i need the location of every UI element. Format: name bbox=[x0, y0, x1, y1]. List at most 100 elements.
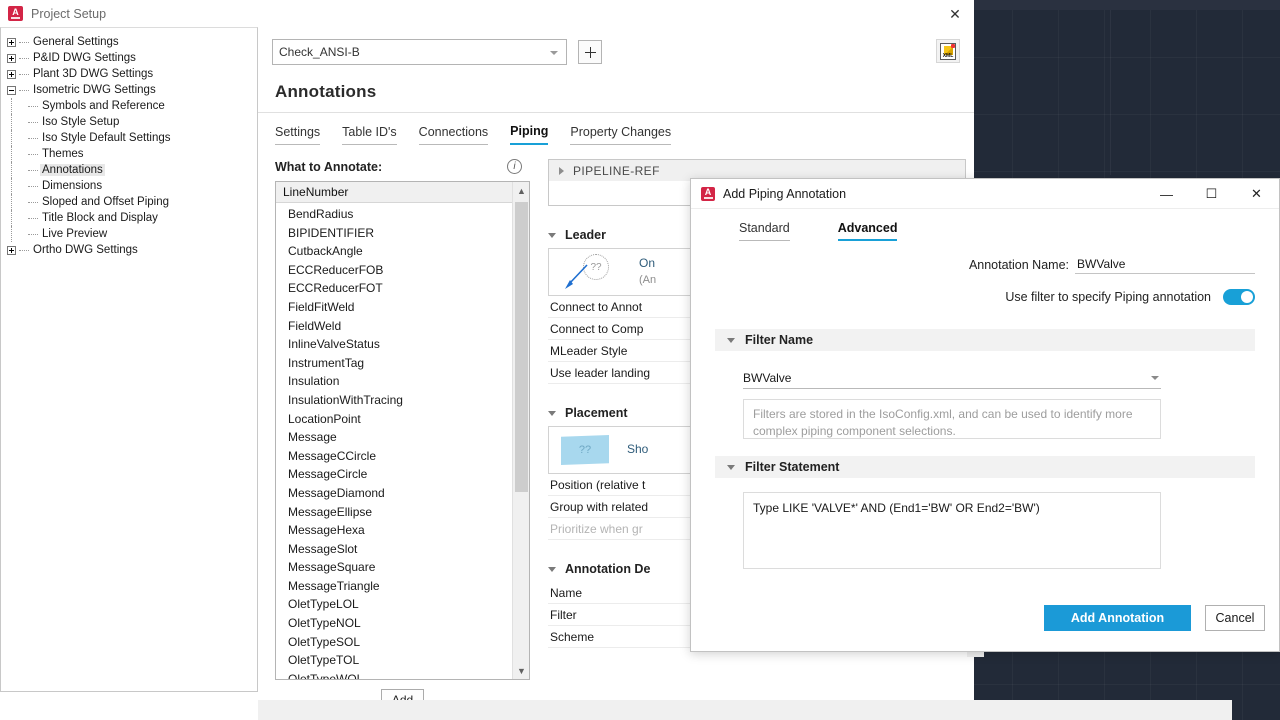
filter-statement-title: Filter Statement bbox=[745, 460, 840, 474]
placement-section-title: Placement bbox=[565, 406, 628, 420]
collapse-icon[interactable] bbox=[7, 85, 16, 95]
tree-item-title-block-and-display[interactable]: Title Block and Display bbox=[1, 210, 257, 226]
window-title: Project Setup bbox=[31, 6, 107, 21]
list-item[interactable]: MessageEllipse bbox=[276, 503, 529, 522]
list-item[interactable]: MessageCircle bbox=[276, 465, 529, 484]
tree-item-symbols-and-reference[interactable]: Symbols and Reference bbox=[1, 98, 257, 114]
expand-icon[interactable] bbox=[7, 37, 16, 47]
tree-item-general-settings[interactable]: General Settings bbox=[1, 34, 257, 50]
page-tabs[interactable]: Settings Table ID's Connections Piping Prope… bbox=[258, 113, 974, 145]
add-profile-button[interactable] bbox=[578, 40, 602, 64]
tree-item-iso-style-default-settings[interactable]: Iso Style Default Settings bbox=[1, 130, 257, 146]
xml-edit-button[interactable] bbox=[936, 39, 960, 63]
info-icon[interactable]: i bbox=[507, 159, 522, 174]
tree-item-label: Plant 3D DWG Settings bbox=[33, 68, 154, 80]
scrollbar-thumb[interactable] bbox=[515, 202, 528, 492]
cancel-button[interactable]: Cancel bbox=[1205, 605, 1265, 631]
scroll-up-icon[interactable]: ▲ bbox=[513, 182, 529, 199]
list-item[interactable]: InlineValveStatus bbox=[276, 335, 529, 354]
list-item[interactable]: LocationPoint bbox=[276, 410, 529, 429]
annotation-type-list[interactable]: LineNumber BendRadius BIPIDENTIFIER Cutbac… bbox=[275, 181, 530, 680]
minimize-icon[interactable]: — bbox=[1144, 179, 1189, 209]
leader-thumbnail-icon: ?? bbox=[561, 252, 621, 292]
annotation-name-input[interactable] bbox=[1075, 256, 1255, 274]
tree-item-label: Isometric DWG Settings bbox=[33, 84, 156, 96]
tree-item-iso-style-setup[interactable]: Iso Style Setup bbox=[1, 114, 257, 130]
tree-indent bbox=[11, 98, 28, 114]
list-item[interactable]: ECCReducerFOB bbox=[276, 261, 529, 280]
tree-item-plant-3d-dwg-settings[interactable]: Plant 3D DWG Settings bbox=[1, 66, 257, 82]
list-item[interactable]: FieldFitWeld bbox=[276, 298, 529, 317]
leader-section-title: Leader bbox=[565, 228, 606, 242]
list-item[interactable]: OletTypeWOL bbox=[276, 670, 529, 679]
chevron-down-icon bbox=[548, 566, 556, 572]
list-item[interactable]: Insulation bbox=[276, 372, 529, 391]
add-piping-annotation-dialog: Add Piping Annotation — ☐ ✕ Standard Adva… bbox=[690, 178, 1280, 652]
filter-statement-input[interactable] bbox=[743, 492, 1161, 569]
list-item[interactable]: BendRadius bbox=[276, 205, 529, 224]
tree-item-themes[interactable]: Themes bbox=[1, 146, 257, 162]
maximize-icon[interactable]: ☐ bbox=[1189, 179, 1234, 209]
filter-name-header[interactable]: Filter Name bbox=[715, 329, 1255, 351]
annotation-type-selected[interactable]: LineNumber bbox=[276, 182, 529, 203]
tab-connections[interactable]: Connections bbox=[418, 125, 489, 145]
list-item[interactable]: InstrumentTag bbox=[276, 354, 529, 373]
close-icon[interactable]: ✕ bbox=[1234, 179, 1279, 209]
list-item[interactable]: CutbackAngle bbox=[276, 242, 529, 261]
tree-item-ortho-dwg-settings[interactable]: Ortho DWG Settings bbox=[1, 242, 257, 258]
expand-icon[interactable] bbox=[7, 53, 16, 63]
pencil-icon bbox=[944, 44, 955, 55]
tree-item-isometric-dwg-settings[interactable]: Isometric DWG Settings bbox=[1, 82, 257, 98]
annotation-type-items[interactable]: BendRadius BIPIDENTIFIER CutbackAngle ECCRe… bbox=[276, 203, 529, 679]
dialog-tabs[interactable]: Standard Advanced bbox=[715, 221, 1255, 241]
filter-name-dropdown[interactable]: BWValve bbox=[743, 367, 1161, 389]
scroll-down-icon[interactable]: ▼ bbox=[513, 662, 529, 679]
filter-statement-header[interactable]: Filter Statement bbox=[715, 456, 1255, 478]
tree-connector bbox=[28, 201, 38, 203]
tree-item-sloped-and-offset-piping[interactable]: Sloped and Offset Piping bbox=[1, 194, 257, 210]
list-item[interactable]: MessageCCircle bbox=[276, 447, 529, 466]
settings-tree[interactable]: General Settings P&ID DWG Settings Plant 3… bbox=[0, 27, 258, 692]
tab-table-id-s[interactable]: Table ID's bbox=[342, 125, 397, 145]
list-item[interactable]: OletTypeSOL bbox=[276, 633, 529, 652]
tree-item-live-preview[interactable]: Live Preview bbox=[1, 226, 257, 242]
list-item[interactable]: ECCReducerFOT bbox=[276, 279, 529, 298]
tab-property-changes[interactable]: Property Changes bbox=[570, 125, 672, 145]
tree-item-label: Themes bbox=[42, 148, 84, 160]
add-annotation-button[interactable]: Add Annotation bbox=[1044, 605, 1191, 631]
tree-item-p-id-dwg-settings[interactable]: P&ID DWG Settings bbox=[1, 50, 257, 66]
tree-item-annotations[interactable]: Annotations bbox=[1, 162, 257, 178]
list-item[interactable]: Message bbox=[276, 428, 529, 447]
list-item[interactable]: BIPIDENTIFIER bbox=[276, 224, 529, 243]
tree-connector bbox=[28, 121, 38, 123]
list-item[interactable]: MessageTriangle bbox=[276, 577, 529, 596]
use-filter-label: Use filter to specify Piping annotation bbox=[1005, 290, 1211, 304]
tab-settings[interactable]: Settings bbox=[275, 125, 321, 145]
list-item[interactable]: FieldWeld bbox=[276, 317, 529, 336]
list-item[interactable]: OletTypeTOL bbox=[276, 651, 529, 670]
list-item[interactable]: MessageHexa bbox=[276, 521, 529, 540]
expand-icon[interactable] bbox=[7, 245, 16, 255]
list-item[interactable]: MessageDiamond bbox=[276, 484, 529, 503]
tree-indent bbox=[11, 210, 28, 226]
tree-item-dimensions[interactable]: Dimensions bbox=[1, 178, 257, 194]
use-filter-toggle[interactable] bbox=[1223, 289, 1255, 305]
profile-dropdown[interactable]: Check_ANSI-B bbox=[272, 39, 567, 65]
list-item[interactable]: OletTypeLOL bbox=[276, 595, 529, 614]
tree-item-label: Annotations bbox=[40, 164, 105, 176]
pipeline-ref-label: PIPELINE-REF bbox=[573, 163, 660, 178]
dialog-tab-standard[interactable]: Standard bbox=[739, 221, 790, 241]
list-item[interactable]: InsulationWithTracing bbox=[276, 391, 529, 410]
annotation-list-scrollbar[interactable]: ▲ ▼ bbox=[512, 182, 529, 679]
list-item[interactable]: OletTypeNOL bbox=[276, 614, 529, 633]
what-to-annotate-panel: What to Annotate: i LineNumber BendRadiu… bbox=[275, 159, 530, 720]
close-icon[interactable]: ✕ bbox=[944, 4, 966, 24]
list-item[interactable]: MessageSlot bbox=[276, 540, 529, 559]
toggle-knob bbox=[1241, 291, 1253, 303]
annotation-name-row: Annotation Name: bbox=[969, 256, 1255, 274]
tab-piping[interactable]: Piping bbox=[510, 124, 549, 145]
list-item[interactable]: MessageSquare bbox=[276, 558, 529, 577]
expand-icon[interactable] bbox=[7, 69, 16, 79]
dialog-tab-advanced[interactable]: Advanced bbox=[837, 221, 898, 241]
tree-item-label: Sloped and Offset Piping bbox=[42, 196, 170, 208]
